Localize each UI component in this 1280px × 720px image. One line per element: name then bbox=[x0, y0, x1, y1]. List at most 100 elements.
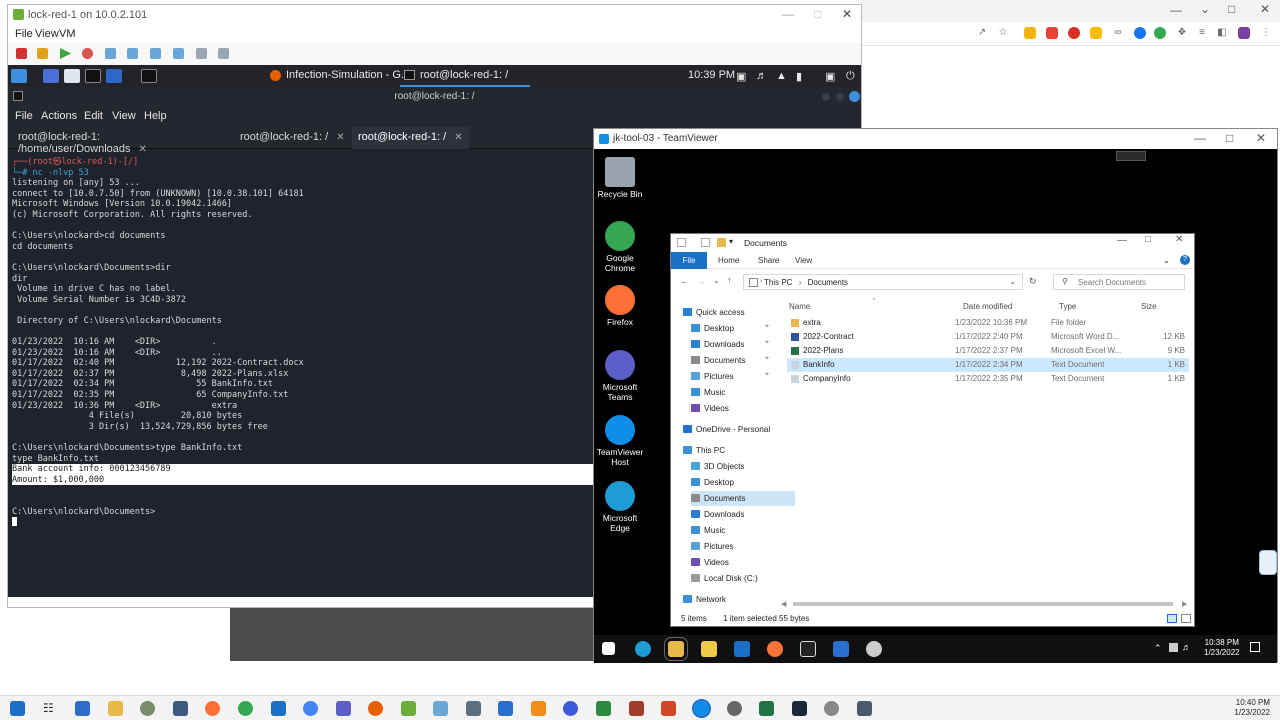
pin-icon[interactable]: ⌖ bbox=[765, 339, 769, 347]
column-size[interactable]: Size bbox=[1141, 302, 1157, 311]
nav-item[interactable]: Desktop bbox=[691, 475, 734, 490]
notifications-icon[interactable]: ▲ bbox=[776, 70, 787, 82]
extension-icon[interactable] bbox=[1154, 27, 1166, 39]
vm-menu-view[interactable]: View bbox=[35, 28, 59, 40]
address-bar[interactable]: › This PC › Documents ⌄ bbox=[743, 274, 1023, 290]
power-manager-icon[interactable]: ▮ bbox=[796, 70, 802, 83]
explorer-icon[interactable] bbox=[664, 637, 688, 661]
stop-icon[interactable] bbox=[16, 48, 27, 59]
extension-icon[interactable] bbox=[1046, 27, 1058, 39]
display-icon[interactable]: ▣ bbox=[736, 70, 746, 83]
desktop-icon[interactable]: Google Chrome bbox=[594, 221, 646, 273]
minimize-icon[interactable]: — bbox=[1170, 3, 1182, 17]
close-icon[interactable]: ✕ bbox=[336, 132, 344, 143]
nav-item[interactable]: Pictures bbox=[691, 539, 734, 554]
maximize-icon[interactable]: □ bbox=[814, 7, 821, 21]
app-icon[interactable] bbox=[629, 701, 644, 716]
local-clock[interactable]: 10:40 PM 1/23/2022 bbox=[1234, 698, 1270, 718]
firefox-icon[interactable] bbox=[205, 701, 220, 716]
app-icon[interactable] bbox=[173, 701, 188, 716]
ribbon-tab-share[interactable]: Share bbox=[758, 256, 779, 265]
taskbar-item-infection-simulation[interactable]: Infection-Simulation - G... bbox=[266, 65, 416, 87]
new-folder-icon[interactable] bbox=[701, 238, 710, 247]
chevron-down-icon[interactable]: ⌄ bbox=[1200, 2, 1210, 16]
snapshot-manager-icon[interactable] bbox=[127, 48, 138, 59]
share-icon[interactable]: ↗ bbox=[976, 27, 988, 39]
settings-icon[interactable] bbox=[727, 701, 742, 716]
edge-icon[interactable] bbox=[635, 641, 651, 657]
terminal-output[interactable]: ┌──(root㉿lock-red-1)-[/] └─# nc -nlvp 53 l… bbox=[12, 157, 602, 592]
vmware-icon[interactable] bbox=[401, 701, 416, 716]
column-type[interactable]: Type bbox=[1059, 302, 1076, 311]
tools-icon[interactable] bbox=[218, 48, 229, 59]
nav-item[interactable]: Desktop ⌖ bbox=[691, 321, 769, 336]
app-icon[interactable] bbox=[531, 701, 546, 716]
pin-icon[interactable]: ⌖ bbox=[765, 355, 769, 363]
steam-icon[interactable] bbox=[792, 701, 807, 716]
power-icon[interactable]: ⏻ bbox=[846, 70, 855, 83]
up-icon[interactable]: ↑ bbox=[727, 275, 732, 285]
minimize-icon[interactable]: — bbox=[1117, 235, 1127, 246]
link-icon[interactable]: ∞ bbox=[1112, 27, 1124, 39]
playlist-icon[interactable]: ≡ bbox=[1196, 27, 1208, 39]
ribbon-tab-view[interactable]: View bbox=[795, 256, 812, 265]
menu-file[interactable]: File bbox=[15, 110, 33, 122]
nav-item[interactable]: Pictures ⌖ bbox=[691, 369, 769, 384]
task-view-icon[interactable]: ☷ bbox=[43, 701, 58, 716]
panel-clock[interactable]: 10:39 PM bbox=[688, 69, 735, 81]
ribbon-tab-file[interactable]: File bbox=[671, 252, 707, 269]
calculator-icon[interactable] bbox=[75, 701, 90, 716]
settings-icon[interactable] bbox=[196, 48, 207, 59]
app-icon[interactable] bbox=[596, 701, 611, 716]
remote-desktop-icon[interactable] bbox=[271, 701, 286, 716]
taskbar-item-terminal[interactable]: root@lock-red-1: / bbox=[400, 65, 530, 87]
horizontal-scrollbar[interactable]: ◀ ▶ bbox=[781, 600, 1191, 608]
close-icon[interactable]: ✕ bbox=[454, 132, 462, 143]
menu-view[interactable]: View bbox=[112, 110, 136, 122]
nav-item[interactable]: Music bbox=[691, 523, 725, 538]
file-row[interactable]: CompanyInfo 1/17/2022 2:35 PM Text Documen… bbox=[787, 372, 1189, 386]
minimize-icon[interactable]: — bbox=[1194, 131, 1206, 145]
nav-item[interactable]: This PC bbox=[683, 443, 725, 458]
play-icon[interactable] bbox=[60, 48, 71, 59]
quick-access-toolbar-icon[interactable]: ▾ bbox=[729, 237, 733, 246]
pin-icon[interactable]: ⌖ bbox=[765, 371, 769, 379]
lock-icon[interactable]: ▣ bbox=[825, 70, 835, 83]
extension-icon[interactable] bbox=[1024, 27, 1036, 39]
firefox-icon[interactable] bbox=[767, 641, 783, 657]
chevron-down-icon[interactable]: ⌄ bbox=[1163, 256, 1170, 265]
close-icon[interactable]: ✕ bbox=[139, 144, 147, 155]
files-icon[interactable] bbox=[64, 69, 80, 83]
windows-start-icon[interactable] bbox=[602, 642, 615, 655]
menu-help[interactable]: Help bbox=[144, 110, 167, 122]
breadcrumb-this-pc[interactable]: This PC bbox=[764, 278, 792, 287]
large-icons-view-icon[interactable] bbox=[1181, 614, 1191, 623]
notifications-icon[interactable] bbox=[1250, 642, 1260, 652]
menu-edit[interactable]: Edit bbox=[84, 110, 103, 122]
minimize-icon[interactable]: — bbox=[782, 7, 794, 21]
teamviewer-toolbar-handle[interactable] bbox=[1116, 151, 1146, 161]
close-icon[interactable]: ✕ bbox=[1175, 234, 1183, 245]
chrome-icon[interactable] bbox=[303, 701, 318, 716]
app-icon[interactable] bbox=[800, 641, 816, 657]
chevron-left-icon[interactable]: ◀ bbox=[781, 600, 786, 608]
extension-icon[interactable] bbox=[1068, 27, 1080, 39]
reset-icon[interactable] bbox=[82, 48, 93, 59]
menu-actions[interactable]: Actions bbox=[41, 110, 77, 122]
nav-item[interactable]: Documents ⌖ bbox=[691, 353, 769, 368]
fullscreen-icon[interactable] bbox=[150, 48, 161, 59]
chevron-right-icon[interactable]: ▶ bbox=[1182, 600, 1187, 608]
nav-item[interactable]: OneDrive - Personal bbox=[683, 422, 770, 437]
desktop-icon[interactable]: Recycle Bin bbox=[594, 157, 646, 200]
app-icon[interactable] bbox=[857, 701, 872, 716]
windows-start-icon[interactable] bbox=[10, 701, 25, 716]
teams-icon[interactable] bbox=[336, 701, 351, 716]
volume-icon[interactable]: ♬ bbox=[756, 70, 767, 82]
snapshot-icon[interactable] bbox=[105, 48, 116, 59]
extension-icon[interactable] bbox=[1090, 27, 1102, 39]
app-icon[interactable] bbox=[368, 701, 383, 716]
mail-icon[interactable] bbox=[734, 641, 750, 657]
help-icon[interactable]: ? bbox=[1180, 255, 1190, 265]
star-icon[interactable]: ☆ bbox=[997, 27, 1009, 39]
file-row[interactable]: extra 1/23/2022 10:36 PM File folder bbox=[787, 316, 1189, 330]
